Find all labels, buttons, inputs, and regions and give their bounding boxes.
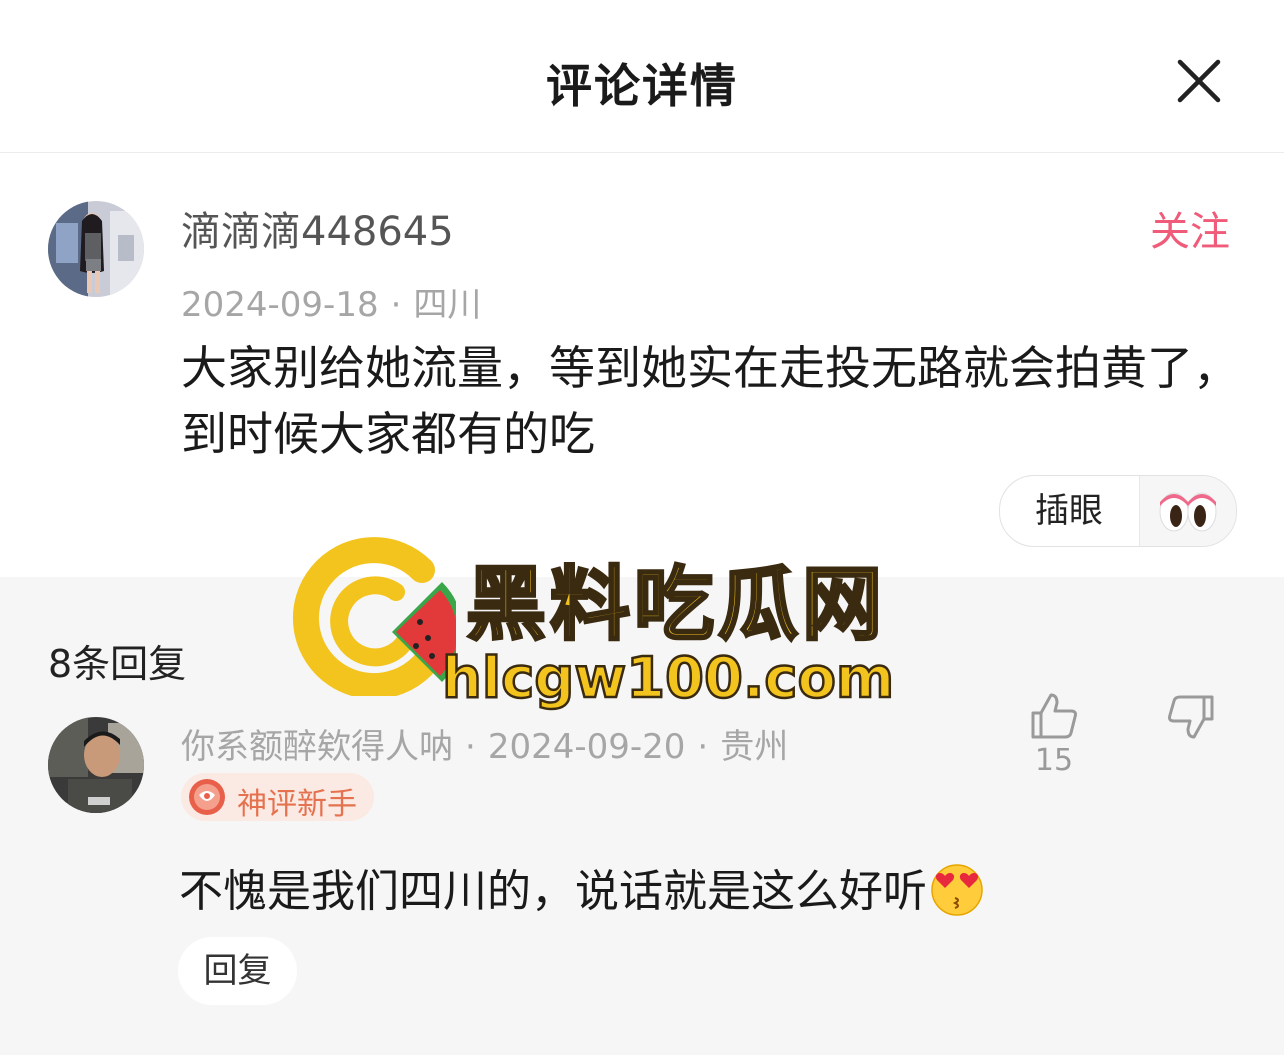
avatar[interactable]: [48, 717, 144, 813]
reaction-pill[interactable]: 插眼: [999, 475, 1237, 547]
comment-text: 大家别给她流量，等到她实在走投无路就会拍黄了，到时候大家都有的吃: [181, 341, 1239, 461]
like-button[interactable]: [1027, 689, 1081, 743]
reply-text: 不愧是我们四川的，说话就是这么好听: [179, 855, 989, 919]
comment-meta: 2024-09-18 · 四川: [181, 277, 481, 326]
like-count: 15: [1034, 743, 1074, 778]
badge-icon: [189, 779, 225, 815]
reaction-label[interactable]: 插眼: [1000, 476, 1138, 546]
dislike-button[interactable]: [1164, 689, 1218, 743]
reply-text-content: 不愧是我们四川的，说话就是这么好听: [179, 866, 927, 917]
reaction-icon-button[interactable]: [1139, 476, 1236, 546]
reply-count: 8条回复: [48, 642, 187, 686]
main-comment: 滴滴滴448645 关注 2024-09-18 · 四川 大家别给她流量，等到她实在…: [0, 153, 1284, 577]
close-button[interactable]: [1168, 52, 1230, 114]
header: 评论详情: [0, 0, 1284, 153]
follow-button[interactable]: 关注: [1150, 199, 1230, 257]
reply-username[interactable]: 你系额醉欸得人呐: [181, 727, 453, 767]
reply-button[interactable]: 回复: [178, 937, 297, 1005]
eyes-icon: [1159, 492, 1217, 532]
reply-date: 2024-09-20: [487, 727, 686, 767]
separator: ·: [697, 727, 709, 767]
username[interactable]: 滴滴滴448645: [181, 199, 454, 257]
watermark-logo-icon: [293, 537, 456, 696]
reply-meta: 你系额醉欸得人呐 · 2024-09-20 · 贵州: [181, 719, 788, 768]
heart-eyes-kiss-emoji-icon: [931, 864, 983, 916]
comment-location: 四川: [413, 285, 482, 325]
watermark-title: 黑料吃瓜网: [465, 557, 886, 653]
thumbs-down-icon: [1168, 695, 1214, 739]
reply-location: 贵州: [720, 727, 789, 767]
thumbs-up-icon: [1031, 693, 1077, 739]
user-badge[interactable]: 神评新手: [181, 773, 374, 822]
avatar[interactable]: [48, 201, 144, 297]
page-title: 评论详情: [546, 59, 738, 113]
separator: ·: [390, 285, 402, 325]
watermark: 黑料吃瓜网 hlcgw100.com: [292, 532, 932, 712]
close-icon: [1177, 59, 1221, 103]
watermark-url: hlcgw100.com: [441, 645, 896, 713]
separator: ·: [465, 727, 476, 767]
comment-date: 2024-09-18: [181, 285, 379, 325]
badge-label: 神评新手: [237, 787, 357, 822]
